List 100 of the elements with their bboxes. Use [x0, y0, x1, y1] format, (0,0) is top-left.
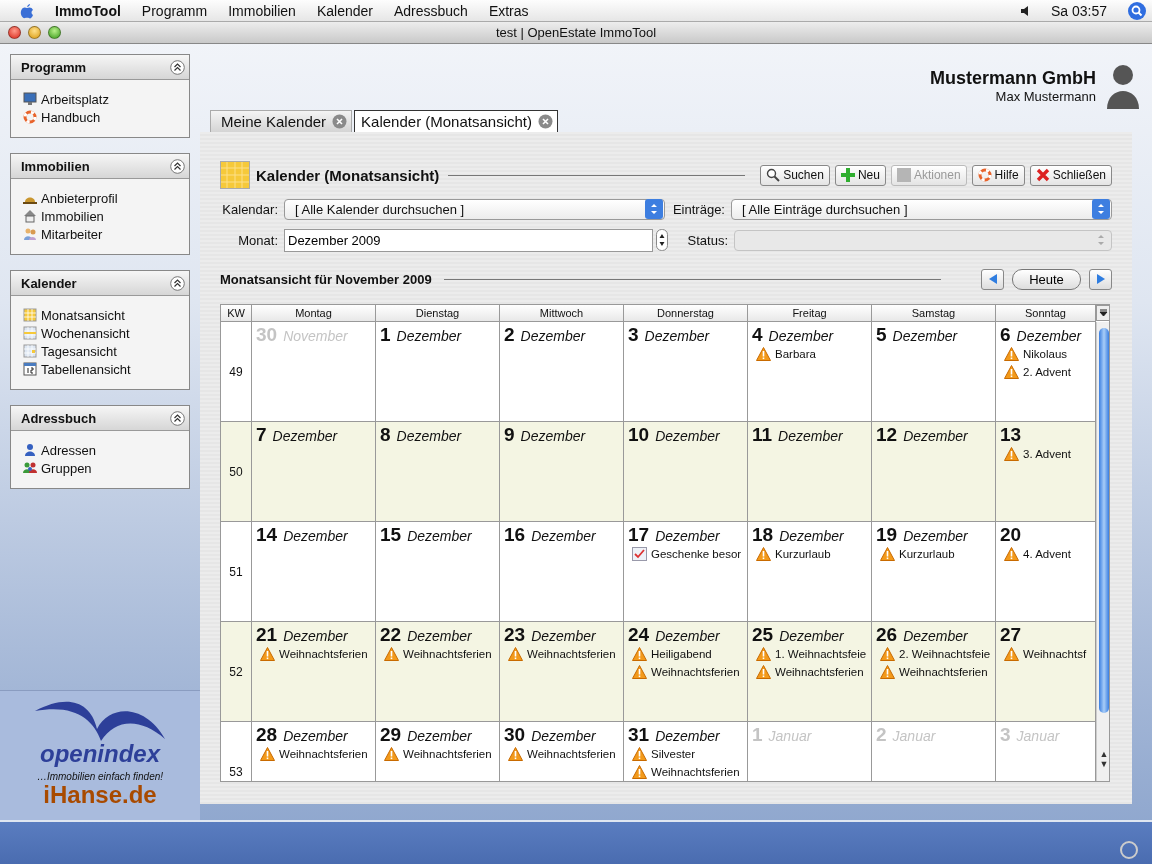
calendar-entry[interactable]: Weihnachtsferien	[504, 645, 623, 663]
sidebar-item[interactable]: Tabellenansicht	[23, 360, 179, 378]
day-cell[interactable]: 9 Dezember	[500, 422, 624, 522]
tab[interactable]: Kalender (Monatsansicht)	[354, 110, 558, 132]
search-icon[interactable]	[1128, 1, 1146, 20]
speaker-icon[interactable]	[1019, 4, 1030, 17]
day-cell[interactable]: 11 Dezember	[748, 422, 872, 522]
calendar-entry[interactable]: Weihnachtsferien	[628, 763, 747, 781]
day-cell[interactable]: 12 Dezember	[872, 422, 996, 522]
day-cell[interactable]: 14 Dezember	[252, 522, 376, 622]
calendar-entry[interactable]: Kurzurlaub	[752, 545, 871, 563]
calendar-entry[interactable]: 2. Advent	[1000, 363, 1095, 381]
scroll-arrow[interactable]: ▲	[1099, 749, 1109, 759]
day-cell[interactable]: 15 Dezember	[376, 522, 500, 622]
toolbar-button[interactable]: Suchen	[760, 164, 830, 186]
day-cell[interactable]: 10 Dezember	[624, 422, 748, 522]
sidebar-item[interactable]: Anbieterprofil	[23, 189, 179, 207]
today-button[interactable]: Heute	[1012, 268, 1081, 290]
calendar-entry[interactable]: Heiligabend	[628, 645, 747, 663]
menu-item[interactable]: Adressbuch	[393, 2, 468, 19]
day-cell[interactable]: 5 Dezember	[872, 322, 996, 422]
day-cell[interactable]: 27 Weihnachtsf	[996, 622, 1096, 722]
sidebar-item[interactable]: Handbuch	[23, 108, 179, 126]
next-button[interactable]	[1089, 268, 1112, 290]
sidebar-item[interactable]: Wochenansicht	[23, 324, 179, 342]
day-cell[interactable]: 19 Dezember Kurzurlaub	[872, 522, 996, 622]
day-cell[interactable]: 17 Dezember Geschenke besor	[624, 522, 748, 622]
app-menu[interactable]: ImmoTool	[55, 2, 121, 19]
calendar-entry[interactable]: 2. Weihnachtsfeie	[876, 645, 995, 663]
calendar-entry[interactable]: Weihnachtsferien	[380, 645, 499, 663]
calendar-entry[interactable]: 4. Advent	[1000, 545, 1095, 563]
system-menu-icon[interactable]	[20, 2, 34, 19]
menu-item[interactable]: Programm	[141, 2, 208, 19]
minimize-button[interactable]	[28, 26, 41, 39]
calendar-entry[interactable]: Weihnachtsferien	[380, 745, 499, 763]
scrollbar[interactable]: ▲ ▼	[1096, 322, 1109, 781]
calendar-entry[interactable]: Geschenke besor	[628, 545, 747, 563]
calendar-entry[interactable]: Weihnachtsferien	[628, 663, 747, 681]
sidebar-item[interactable]: Adressen	[23, 441, 179, 459]
day-cell[interactable]: 4 Dezember Barbara	[748, 322, 872, 422]
column-menu-icon[interactable]	[1096, 305, 1109, 321]
sidebar-item[interactable]: Arbeitsplatz	[23, 90, 179, 108]
calendar-entry[interactable]: Barbara	[752, 345, 871, 363]
calendar-entry[interactable]: Weihnachtsferien	[876, 663, 995, 681]
calendar-entry[interactable]: 1. Weihnachtsfeie	[752, 645, 871, 663]
sidebar-item[interactable]: Immobilien	[23, 207, 179, 225]
calendar-entry[interactable]: 3. Advent	[1000, 445, 1095, 463]
day-cell[interactable]: 21 Dezember Weihnachtsferien	[252, 622, 376, 722]
month-field[interactable]: Dezember 2009	[284, 228, 654, 252]
toolbar-button[interactable]: Schließen	[1029, 164, 1112, 186]
close-button[interactable]	[8, 26, 21, 39]
calendar-entry[interactable]: Kurzurlaub	[876, 545, 995, 563]
menu-item[interactable]: Kalender	[316, 2, 373, 19]
day-cell[interactable]: 25 Dezember 1. Weihnachtsfeie Weihnachtsferien	[748, 622, 872, 722]
day-cell[interactable]: 18 Dezember Kurzurlaub	[748, 522, 872, 622]
day-cell[interactable]: 20 4. Advent	[996, 522, 1096, 622]
menu-item[interactable]: Extras	[488, 2, 529, 19]
scroll-arrow[interactable]: ▼	[1099, 759, 1109, 769]
collapse-icon[interactable]	[170, 158, 185, 174]
sidebar-item[interactable]: Monatsansicht	[23, 306, 179, 324]
calendar-entry[interactable]: Weihnachtsferien	[256, 745, 375, 763]
menu-item[interactable]: Immobilien	[228, 2, 296, 19]
clock[interactable]: Sa 03:57	[1050, 2, 1107, 19]
day-cell[interactable]: 26 Dezember 2. Weihnachtsfeie Weihnachtsferien	[872, 622, 996, 722]
calendar-entry[interactable]: Nikolaus	[1000, 345, 1095, 363]
day-cell[interactable]: 2 Dezember	[500, 322, 624, 422]
day-cell[interactable]: 6 Dezember Nikolaus 2. Advent	[996, 322, 1096, 422]
calendar-entry[interactable]: Weihnachtsferien	[256, 645, 375, 663]
sidebar-item[interactable]: Mitarbeiter	[23, 225, 179, 243]
zoom-button[interactable]	[48, 26, 61, 39]
sidebar-item[interactable]: Tagesansicht	[23, 342, 179, 360]
day-cell[interactable]: 7 Dezember	[252, 422, 376, 522]
day-cell[interactable]: 22 Dezember Weihnachtsferien	[376, 622, 500, 722]
sidebar-item[interactable]: Gruppen	[23, 459, 179, 477]
calendar-entry[interactable]: Weihnachtsf	[1000, 645, 1095, 663]
day-cell[interactable]: 8 Dezember	[376, 422, 500, 522]
day-cell[interactable]: 3 Dezember	[624, 322, 748, 422]
toolbar-button[interactable]: Hilfe	[971, 164, 1025, 186]
dropdown[interactable]: [ Alle Kalender durchsuchen ]	[284, 198, 665, 220]
month-name: Dezember	[779, 628, 844, 644]
day-cell[interactable]: 23 Dezember Weihnachtsferien	[500, 622, 624, 722]
collapse-icon[interactable]	[170, 59, 185, 75]
calendar-entry[interactable]: Weihnachtsferien	[504, 745, 623, 763]
dropdown[interactable]: [ Alle Einträge durchsuchen ]	[731, 198, 1112, 220]
toolbar-button[interactable]: Neu	[834, 164, 886, 186]
day-cell[interactable]: 24 Dezember Heiligabend Weihnachtsferien	[624, 622, 748, 722]
calendar-entry[interactable]: Silvester	[628, 745, 747, 763]
close-icon[interactable]	[538, 114, 553, 129]
tab[interactable]: Meine Kalender	[210, 110, 353, 132]
month-name: Dezember	[655, 728, 720, 744]
day-cell[interactable]: 13 3. Advent	[996, 422, 1096, 522]
day-cell[interactable]: 16 Dezember	[500, 522, 624, 622]
collapse-icon[interactable]	[170, 275, 185, 291]
spinner-icon[interactable]	[656, 229, 668, 251]
previous-button[interactable]	[981, 268, 1004, 290]
collapse-icon[interactable]	[170, 410, 185, 426]
close-icon[interactable]	[332, 114, 348, 129]
day-cell[interactable]: 1 Dezember	[376, 322, 500, 422]
calendar-entry[interactable]: Weihnachtsferien	[752, 663, 871, 681]
day-number: 31	[628, 724, 650, 746]
